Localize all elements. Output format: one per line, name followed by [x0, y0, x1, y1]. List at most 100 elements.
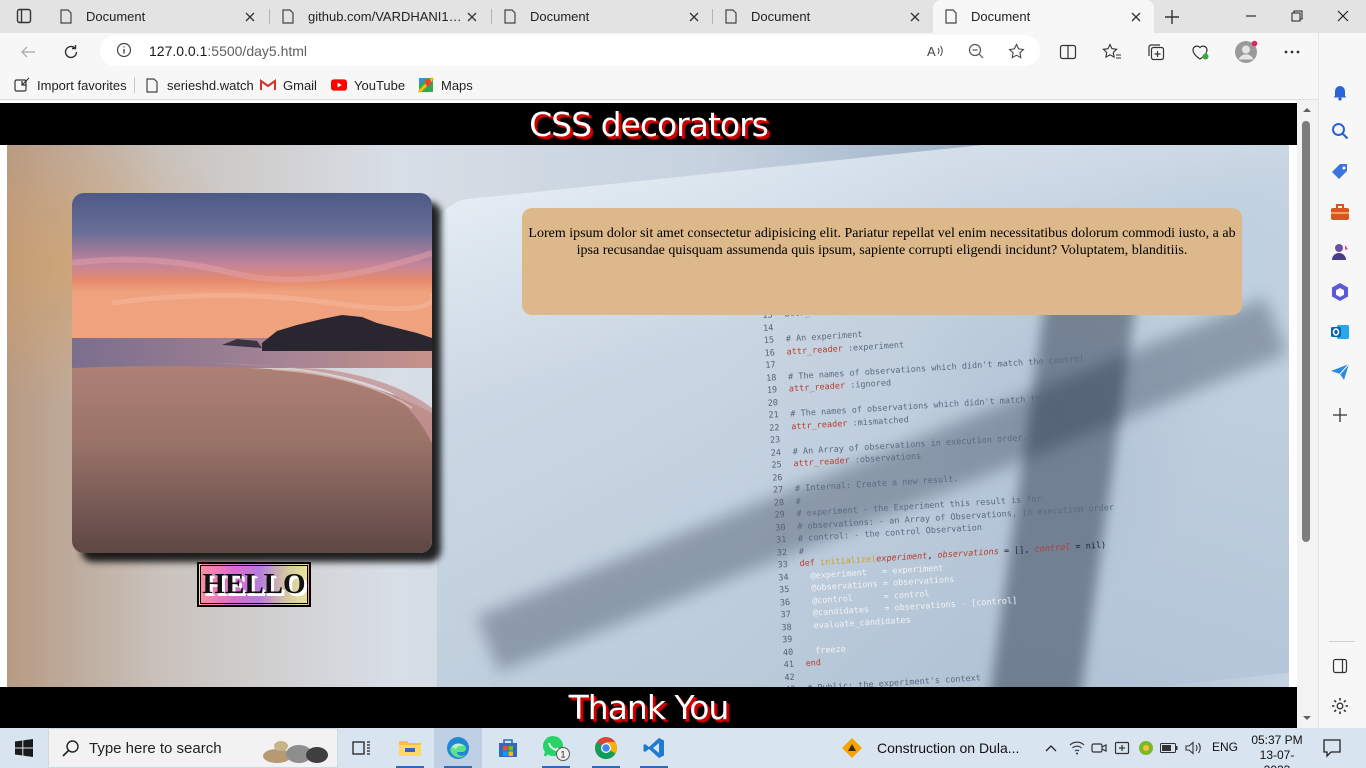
clock-time: 05:37 PM: [1251, 733, 1303, 747]
scrollbar-thumb[interactable]: [1302, 121, 1310, 542]
edge-taskbar-button[interactable]: [434, 728, 482, 768]
outlook-icon[interactable]: [1329, 321, 1351, 343]
tab-2[interactable]: github.com/VARDHANI14/Mini: [270, 0, 490, 33]
whatsapp-icon: 1: [543, 736, 570, 761]
browser-toolbar: 127.0.0.1:5500/day5.html A: [0, 33, 1366, 70]
whatsapp-button[interactable]: 1: [532, 728, 580, 768]
start-button[interactable]: [0, 728, 48, 768]
app-tray-icon[interactable]: [1137, 739, 1155, 757]
screen-capture-icon[interactable]: [1113, 739, 1131, 757]
tab-title: Document: [530, 9, 590, 24]
vscode-icon: [643, 738, 664, 758]
svg-text:A: A: [927, 44, 936, 59]
youtube-icon: [331, 77, 347, 93]
restore-button[interactable]: [1282, 4, 1312, 28]
collections-icon[interactable]: [1144, 40, 1168, 64]
battery-icon[interactable]: [1160, 739, 1178, 757]
lorem-paragraph: Lorem ipsum dolor sit amet consectetur a…: [528, 226, 1236, 258]
send-paper-plane-icon[interactable]: [1329, 361, 1351, 383]
close-tab-icon[interactable]: [464, 9, 480, 25]
file-explorer-icon: [399, 741, 421, 756]
windows-logo-icon: [15, 739, 33, 757]
favorite-label: Maps: [441, 77, 473, 93]
chrome-button[interactable]: [582, 728, 630, 768]
favorite-import[interactable]: Import favorites: [14, 76, 127, 94]
action-center-icon[interactable]: [1322, 738, 1342, 758]
refresh-icon: [64, 45, 78, 59]
url-path: :5500/day5.html: [207, 43, 308, 59]
favorites-separator: [134, 77, 135, 93]
task-view-button[interactable]: [338, 728, 386, 768]
shopping-tag-icon[interactable]: [1329, 161, 1351, 183]
news-headline: Construction on Dula...: [877, 740, 1020, 756]
news-widget[interactable]: Construction on Dula...: [840, 728, 1019, 768]
volume-icon[interactable]: [1185, 739, 1203, 757]
taskbar-search-box[interactable]: Type here to search: [48, 728, 338, 768]
close-tab-icon[interactable]: [907, 9, 923, 25]
microsoft-365-icon[interactable]: [1329, 281, 1351, 303]
microsoft-store-button[interactable]: [484, 728, 532, 768]
refresh-button[interactable]: [57, 38, 85, 66]
profile-avatar[interactable]: [1234, 40, 1258, 64]
page-viewport: CSS decorators 13attr_reader :id 14 15# …: [0, 101, 1297, 728]
favorite-star-icon[interactable]: [1006, 41, 1026, 61]
hello-box: HELLO: [197, 562, 311, 607]
favorite-maps[interactable]: Maps: [418, 76, 473, 94]
tools-briefcase-icon[interactable]: [1329, 201, 1351, 223]
import-icon: [14, 77, 30, 93]
tab-5-active[interactable]: Document: [933, 0, 1154, 33]
favorites-icon[interactable]: [1100, 40, 1124, 64]
favorite-label: Import favorites: [37, 77, 127, 93]
hide-sidebar-icon[interactable]: [1329, 655, 1351, 677]
vscode-button[interactable]: [630, 728, 678, 768]
notifications-bell-icon[interactable]: [1329, 81, 1351, 103]
plus-icon: [1165, 10, 1179, 24]
tab-4[interactable]: Document: [713, 0, 933, 33]
tab-title: Document: [751, 9, 811, 24]
edge-sidebar: [1318, 33, 1366, 728]
meet-now-icon[interactable]: [1090, 739, 1108, 757]
search-icon[interactable]: [1329, 120, 1351, 142]
tab-actions-button[interactable]: [8, 4, 40, 28]
close-tab-icon[interactable]: [1128, 9, 1144, 25]
favorite-gmail[interactable]: Gmail: [260, 76, 317, 94]
settings-gear-icon[interactable]: [1329, 695, 1351, 717]
clock-date: 13-07-2023: [1259, 748, 1295, 768]
document-icon: [725, 8, 739, 25]
scroll-down-icon[interactable]: [1302, 713, 1312, 723]
more-options-icon[interactable]: [1280, 40, 1304, 64]
favorites-bar: Import favorites serieshd.watch Gmail Yo…: [0, 70, 1318, 100]
zoom-out-icon[interactable]: [966, 41, 986, 61]
url-host: 127.0.0.1: [149, 43, 208, 59]
add-sidebar-app-icon[interactable]: [1329, 404, 1351, 426]
close-icon: [1337, 10, 1349, 22]
favorite-serieshd[interactable]: serieshd.watch: [144, 76, 254, 94]
games-icon[interactable]: [1329, 241, 1351, 263]
split-screen-icon[interactable]: [1056, 40, 1080, 64]
tab-1[interactable]: Document: [48, 0, 268, 33]
favorite-label: Gmail: [283, 77, 317, 93]
show-hidden-icons-chevron[interactable]: [1042, 739, 1060, 757]
browser-essentials-icon[interactable]: [1188, 40, 1212, 64]
close-window-button[interactable]: [1328, 4, 1358, 28]
file-explorer-button[interactable]: [386, 728, 434, 768]
site-info-icon[interactable]: [116, 42, 132, 63]
code-background-image: 13attr_reader :id 14 15# An experiment 1…: [7, 145, 1289, 687]
language-indicator[interactable]: ENG: [1212, 740, 1238, 754]
tab-3[interactable]: Document: [492, 0, 712, 33]
new-tab-button[interactable]: [1160, 5, 1184, 29]
document-icon: [945, 8, 959, 25]
tab-actions-icon: [16, 8, 32, 24]
back-button[interactable]: [14, 38, 42, 66]
wifi-icon[interactable]: [1068, 739, 1086, 757]
favorite-youtube[interactable]: YouTube: [331, 76, 405, 94]
read-aloud-icon[interactable]: A: [926, 41, 946, 61]
close-tab-icon[interactable]: [242, 9, 258, 25]
address-bar[interactable]: 127.0.0.1:5500/day5.html A: [100, 35, 1040, 66]
page-scrollbar[interactable]: [1297, 101, 1318, 728]
tab-title: github.com/VARDHANI14/Mini: [308, 9, 464, 24]
scroll-up-icon[interactable]: [1302, 105, 1312, 115]
system-clock[interactable]: 05:37 PM 13-07-2023: [1250, 733, 1304, 768]
minimize-button[interactable]: [1236, 4, 1266, 28]
close-tab-icon[interactable]: [686, 9, 702, 25]
